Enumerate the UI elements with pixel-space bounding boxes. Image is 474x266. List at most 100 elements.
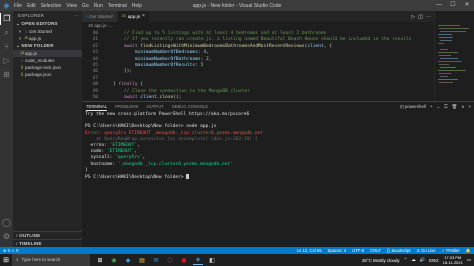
notification-center-icon[interactable]: ▭ — [467, 257, 471, 263]
more-actions-icon[interactable]: ··· — [426, 14, 431, 20]
split-editor-icon[interactable]: ◫ — [418, 14, 423, 20]
menu-help[interactable]: Help — [132, 3, 142, 9]
explorer-title: EXPLORER — [18, 13, 45, 18]
file-item[interactable]: JS app.js — [13, 50, 82, 57]
trash-icon[interactable]: 🗑 — [452, 102, 458, 111]
source-control-icon[interactable]: ⑂ — [0, 41, 13, 53]
menu-edit[interactable]: Edit — [27, 3, 36, 9]
code-token: minimumNumberOfBedrooms — [134, 50, 198, 56]
notifications-icon[interactable]: 🔔 — [466, 247, 471, 254]
extensions-icon[interactable]: ⊞ — [0, 69, 13, 81]
minimap-line — [439, 64, 449, 65]
open-editor-item[interactable]: × i Get Started — [13, 28, 82, 35]
clock[interactable]: 17:23 PM 18-11-2021 — [443, 255, 463, 265]
menu-file[interactable]: File — [14, 3, 22, 9]
minimap-line — [438, 43, 444, 44]
open-editors-label: OPEN EDITORS — [21, 21, 58, 26]
file-explorer-icon[interactable]: ▤ — [137, 255, 147, 265]
open-editor-label: app.js — [29, 36, 42, 41]
terminal-select-dropdown[interactable]: ⊡ powershell — [400, 102, 426, 111]
menu-selection[interactable]: Selection — [41, 3, 62, 9]
chevron-up-icon[interactable]: ⌃ — [404, 257, 408, 263]
volume-icon[interactable]: 🔊 — [420, 257, 425, 263]
terminal-text: code: — [85, 149, 107, 155]
gear-icon[interactable]: ⚙ — [0, 231, 13, 243]
code-editor[interactable]: 40 // Find up to 5 listings with at leas… — [82, 29, 434, 101]
code-token: maximumNumberOfResults — [134, 63, 196, 68]
encoding-status[interactable]: UTF-8 — [352, 247, 364, 254]
minimap-line — [440, 40, 452, 41]
terminal-taskbar-icon[interactable]: ◧ — [207, 255, 217, 265]
code-token: { — [140, 82, 144, 88]
file-item[interactable]: {} package-lock.json — [13, 64, 82, 71]
onedrive-icon[interactable]: ☁ — [411, 257, 415, 263]
language-indicator[interactable]: ENG — [429, 258, 439, 263]
indentation-status[interactable]: Spaces: 4 — [328, 247, 347, 254]
editor-actions: ▷ ◫ ··· — [411, 11, 434, 22]
office-icon[interactable]: ◼ — [179, 255, 189, 265]
search-icon[interactable]: ⌕ — [0, 27, 13, 39]
chevron-down-icon[interactable]: ⌄ — [436, 102, 440, 111]
tab-label: app.js — [127, 14, 140, 19]
chrome-icon[interactable]: ◉ — [109, 255, 119, 265]
explorer-icon[interactable]: ❐ — [0, 13, 13, 25]
weather-widget[interactable]: 26°C Mostly cloudy — [362, 258, 400, 263]
menu-view[interactable]: View — [66, 3, 77, 9]
new-terminal-icon[interactable]: + — [430, 102, 433, 111]
menu-terminal[interactable]: Terminal — [108, 3, 127, 9]
minimize-icon[interactable]: — — [432, 0, 446, 11]
open-editor-item[interactable]: × JS app.js — [13, 35, 82, 42]
run-file-icon[interactable]: ▷ — [411, 14, 415, 20]
code-token: findListingsWithMinimumBedroomsBathrooms… — [140, 43, 305, 49]
prettier-status[interactable]: ✓ Prettier — [442, 247, 460, 254]
minimap-line — [439, 28, 469, 29]
language-mode[interactable]: {} JavaScript — [387, 247, 411, 254]
maximize-panel-icon[interactable]: ∧ — [461, 102, 464, 111]
line-ending-status[interactable]: CRLF — [370, 247, 381, 254]
cursor-position[interactable]: Ln 12, Col 55 — [297, 247, 322, 254]
tab-app-js[interactable]: JS app.js × — [117, 11, 150, 22]
terminal-output[interactable]: Try the new cross-platform PowerShell ht… — [85, 112, 470, 180]
edge-icon[interactable]: ◆ — [123, 255, 133, 265]
timeline-section[interactable]: › TIMELINE — [13, 239, 82, 247]
breadcrumb[interactable]: JS app.js › ... — [82, 22, 434, 29]
mail-icon[interactable]: ✉ — [151, 255, 161, 265]
tab-debug-console[interactable]: DEBUG CONSOLE — [172, 102, 209, 111]
account-icon[interactable]: ◯ — [0, 217, 13, 229]
menu-run[interactable]: Run — [94, 3, 103, 9]
menu-go[interactable]: Go — [82, 3, 89, 9]
close-tab-icon[interactable]: × — [142, 11, 145, 22]
tab-terminal[interactable]: TERMINAL — [86, 102, 108, 111]
outline-section[interactable]: › OUTLINE — [13, 231, 82, 239]
more-actions-icon[interactable]: ··· — [74, 11, 79, 20]
problems-status[interactable]: ⊗ 0 ⚠ 0 — [3, 247, 18, 254]
tab-get-started[interactable]: i Get Started — [82, 11, 118, 22]
windows-start-icon[interactable]: ⊞ — [0, 256, 12, 264]
code-token: // If you recently ran create.js, a list… — [102, 37, 412, 43]
code-line: }); — [102, 68, 132, 75]
vscode-logo-icon: ◈ — [3, 1, 10, 10]
close-panel-icon[interactable]: × — [468, 102, 471, 111]
file-item[interactable]: {} package.json — [13, 71, 82, 78]
tab-problems[interactable]: PROBLEMS — [115, 102, 138, 111]
taskbar-search[interactable]: ⌕ Type here to search — [12, 254, 90, 266]
open-editors-section[interactable]: ⌄ OPEN EDITORS — [13, 20, 82, 28]
task-view-icon[interactable]: ⊞ — [95, 255, 105, 265]
terminal-text: Try the new cross-platform PowerShell ht… — [85, 112, 250, 117]
folder-item[interactable]: › node_modules — [13, 57, 82, 64]
vscode-taskbar-icon[interactable]: ◈ — [193, 255, 203, 265]
menu-bar: File Edit Selection View Go Run Terminal… — [14, 3, 142, 9]
run-debug-icon[interactable]: ▷ — [0, 55, 13, 67]
go-live-button[interactable]: ⊘ Go Live — [417, 247, 436, 254]
folder-section[interactable]: ⌄ NEW FOLDER — [13, 42, 82, 50]
maximize-icon[interactable]: ☐ — [446, 0, 460, 11]
visual-studio-icon[interactable]: ⬡ — [165, 255, 175, 265]
split-terminal-icon[interactable]: ⎅ — [444, 102, 448, 111]
close-icon[interactable]: ✕ — [460, 0, 474, 11]
code-token: await — [123, 43, 141, 49]
minimap[interactable] — [434, 11, 474, 101]
status-bar: ⊗ 0 ⚠ 0 Ln 12, Col 55 Spaces: 4 UTF-8 CR… — [0, 247, 474, 254]
tab-output[interactable]: OUTPUT — [146, 102, 163, 111]
